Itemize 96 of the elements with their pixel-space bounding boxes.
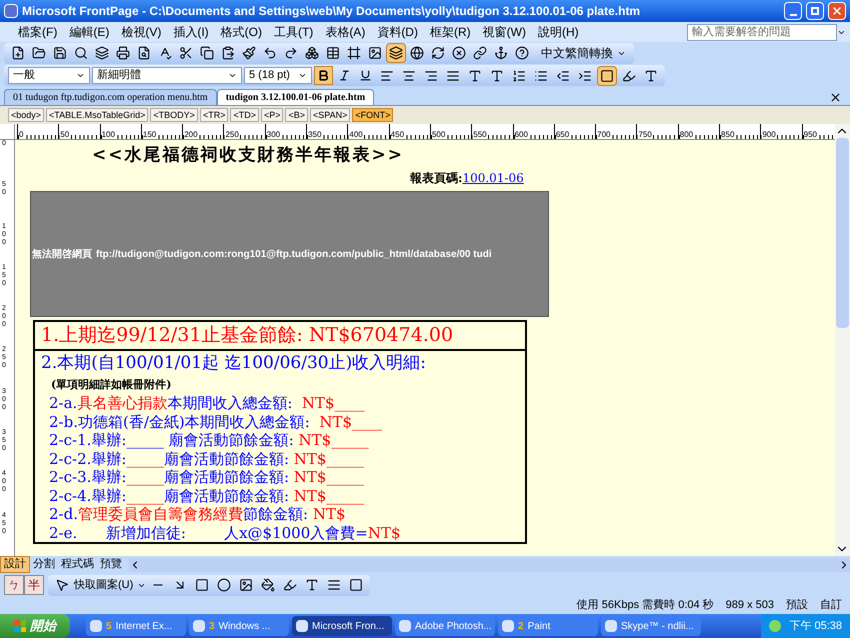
income-line: 2-b.功德箱(香/金紙)本期間收入總金額: NT$____ (49, 412, 384, 431)
ruler-label: 50 (60, 130, 70, 139)
taskbar-button[interactable]: 5 Internet Ex... (86, 616, 186, 636)
ruler-label: 900 (762, 130, 776, 139)
balance-text: 1.上期迄99/12/31止基金節餘: NT$670474.00 (35, 322, 525, 351)
menu-item[interactable]: 說明(H) (532, 23, 585, 41)
close-icon (831, 5, 843, 17)
ruler-label: 850 (721, 130, 734, 139)
help-search-field[interactable]: 輸入需要解答的問題 (687, 24, 837, 40)
tag-chip[interactable]: <body> (8, 108, 44, 122)
menu-item[interactable]: 編輯(E) (63, 23, 116, 41)
page-code-label: 報表頁碼: (410, 170, 462, 187)
taskbar-button[interactable]: 3 Windows ... (189, 616, 289, 636)
income-line: 2-c-1.舉辦:_____ 廟會活動節餘金額: NT$_____ (49, 431, 370, 450)
border-icon[interactable] (597, 66, 617, 86)
menu-item[interactable]: 視窗(W) (476, 23, 532, 41)
ruler-label: 100 (102, 130, 115, 139)
ruler-label: 300 (266, 130, 280, 139)
tag-chip[interactable]: <TD> (230, 108, 259, 122)
status-text: 預設 (786, 598, 808, 614)
income-line: 2-c-3.舉辦:_____廟會活動節餘金額: NT$_____ (49, 468, 365, 486)
income-line: 2-d.管理委員會自籌會務經費節餘金額: NT$ (49, 505, 346, 524)
window-title: Microsoft FrontPage - C:\Documents and Settings\web\My Documents\yolly\tudigon 3.12.100.01-06 plate.htm (22, 3, 642, 20)
tag-chip[interactable]: <TBODY> (150, 108, 198, 122)
income-line: 2-c-4.舉辦:_____廟會活動節餘金額: NT$_____ (49, 486, 365, 505)
ruler-label: 150 (142, 130, 156, 139)
taskbar-button[interactable]: Adobe Photosh... (395, 616, 495, 636)
ruler-label: 800 (680, 130, 694, 139)
ruler-label: 550 (473, 130, 487, 139)
page-code-link[interactable]: 100.01-06 (462, 168, 524, 188)
report-heading: <<水尾福德祠收支財務半年報表>> (92, 144, 405, 167)
ruler-label: 700 (597, 130, 611, 139)
tag-chip[interactable]: <B> (285, 108, 308, 122)
taskbar-button[interactable]: Microsoft Fron... (292, 616, 392, 636)
taskbar-button[interactable]: Skype™ - ndlii... (601, 616, 701, 636)
view-tab[interactable]: 程式碼 (58, 557, 97, 572)
ruler-label: 500 (432, 130, 446, 139)
convert-button[interactable]: 中文繁簡轉換 (537, 44, 630, 62)
caret-icon[interactable] (228, 71, 237, 80)
tag-chip[interactable]: <FONT> (352, 108, 394, 122)
income-title: 2.本期(自100/01/01起 迄100/06/30止)收入明細: (41, 352, 427, 375)
ruler-label: 350 (308, 130, 322, 139)
view-tab[interactable]: 預覽 (97, 557, 125, 572)
tag-chip[interactable]: <P> (260, 108, 284, 122)
ime-key[interactable]: 半 (24, 575, 44, 595)
font-select[interactable]: 新細明體 (92, 67, 242, 84)
income-line: 2-a.具名善心捐款本期間收入總金額: NT$____ (49, 394, 366, 412)
close-button[interactable] (828, 2, 846, 20)
income-line: 2-e. 新增加信徒: 人x@$1000入會費=NT$ (49, 524, 402, 542)
ruler-label: 0 (19, 130, 24, 139)
windows-logo-icon (14, 620, 26, 632)
taskbar-button[interactable]: 2 Paint (498, 616, 598, 636)
ruler-label: 650 (556, 130, 570, 139)
tag-chip[interactable]: <TR> (200, 108, 228, 122)
autoshapes-button[interactable]: 快取圖案(U) (74, 576, 146, 594)
ime-key[interactable]: ㄅ (4, 575, 24, 595)
view-tab[interactable]: 分割 (30, 557, 58, 572)
horizontal-scrollbar[interactable] (129, 558, 850, 572)
app-icon (4, 4, 18, 18)
error-label: 無法開啓網頁 (31, 248, 92, 262)
menu-item[interactable]: 資料(D) (371, 23, 424, 41)
menu-item[interactable]: 工具(T) (268, 23, 320, 41)
status-text: 989 x 503 (726, 598, 774, 614)
status-text: 使用 56Kbps 需費時 0:04 秒 (576, 598, 714, 614)
status-text: 自訂 (820, 598, 842, 614)
ruler-label: 450 (390, 130, 404, 139)
style-select[interactable]: 一般 (8, 67, 90, 84)
ruler-label: 250 (225, 130, 239, 139)
tag-chip[interactable]: <TABLE.MsoTableGrid> (46, 108, 148, 122)
income-line: 2-c-2.舉辦:_____廟會活動節餘金額: NT$_____ (49, 450, 365, 468)
menu-item[interactable]: 插入(I) (167, 23, 215, 41)
ruler-label: 950 (804, 130, 817, 139)
ruler-label: 200 (184, 130, 198, 139)
document-tab[interactable]: 01 tudugon ftp.tudigon.com operation menu.htm (4, 89, 217, 105)
document-tab[interactable]: tudigon 3.12.100.01-06 plate.htm (216, 89, 374, 105)
size-select[interactable]: 5 (18 pt) (244, 67, 312, 84)
vertical-scrollbar[interactable] (835, 124, 850, 556)
clock-text: 下午 05:38 (789, 618, 842, 634)
caret-icon[interactable] (76, 71, 85, 80)
menu-item[interactable]: 檢視(V) (115, 23, 168, 41)
menu-item[interactable]: 檔案(F) (12, 23, 64, 41)
close-icon[interactable] (829, 91, 842, 104)
menu-item[interactable]: 框架(R) (424, 23, 477, 41)
minimize-button[interactable] (784, 2, 802, 20)
menu-item[interactable]: 格式(O) (214, 23, 268, 41)
ruler-label: 600 (514, 130, 528, 139)
maximize-button[interactable] (806, 2, 824, 20)
error-url: ftp://tudigon@tudigon.com:rong101@ftp.tudigon.com/public_html/database/00 tudi (96, 248, 492, 262)
note-text: (單項明細詳如帳冊附件) (51, 377, 172, 393)
menu-item[interactable]: 表格(A) (319, 23, 372, 41)
ruler-label: 750 (638, 130, 652, 139)
ruler-label: 400 (349, 130, 363, 139)
tag-chip[interactable]: <SPAN> (310, 108, 350, 122)
caret-icon[interactable] (298, 71, 307, 80)
bold-icon[interactable] (314, 66, 333, 85)
view-tab[interactable]: 設計 (0, 556, 30, 573)
